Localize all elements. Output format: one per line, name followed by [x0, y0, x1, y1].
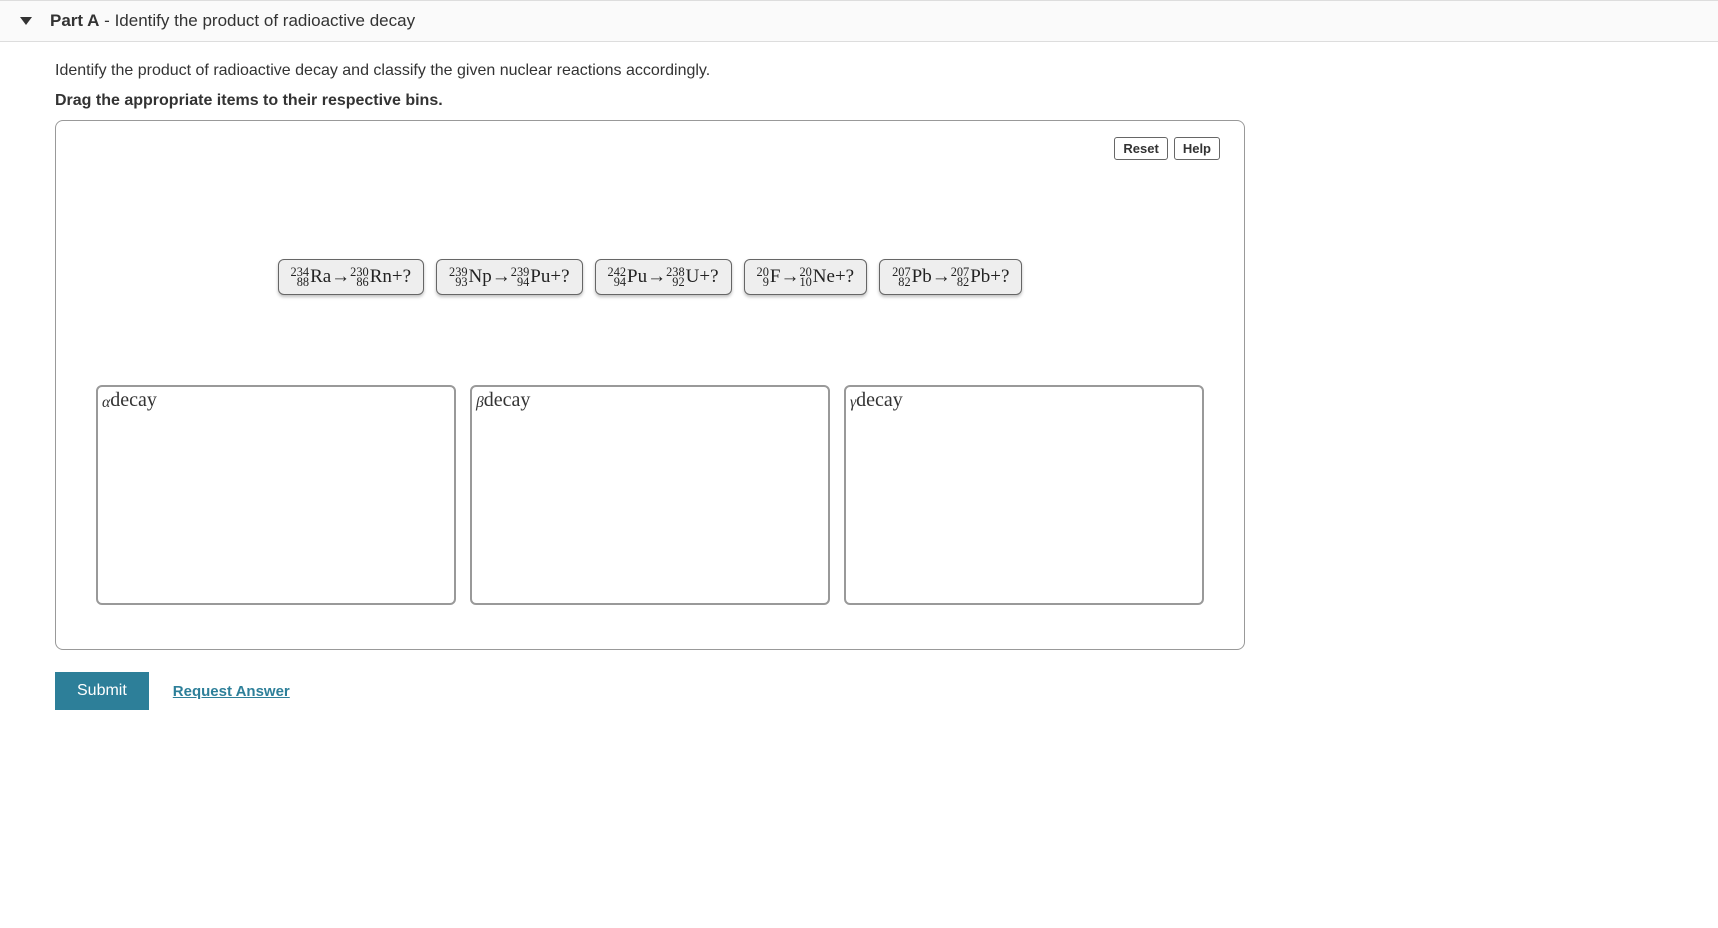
bin-label: αdecay [102, 389, 157, 412]
bin-gamma-decay[interactable]: γdecay [844, 385, 1204, 605]
help-button[interactable]: Help [1174, 137, 1220, 160]
part-header[interactable]: Part A - Identify the product of radioac… [0, 0, 1718, 42]
reaction-item[interactable]: 23488Ra→23086Rn+? [278, 259, 424, 295]
reaction-item[interactable]: 24294Pu→23892U+? [595, 259, 732, 295]
caret-down-icon [20, 17, 32, 25]
bin-beta-decay[interactable]: βdecay [470, 385, 830, 605]
part-title: Part A - Identify the product of radioac… [50, 11, 415, 31]
bin-label: βdecay [476, 389, 530, 412]
bins-row: αdecay βdecay γdecay [82, 385, 1218, 605]
part-label: Part A [50, 11, 99, 30]
request-answer-link[interactable]: Request Answer [173, 683, 290, 700]
reaction-item[interactable]: 23993Np→23994Pu+? [436, 259, 583, 295]
draggable-items: 23488Ra→23086Rn+? 23993Np→23994Pu+? 2429… [82, 259, 1218, 295]
bin-alpha-decay[interactable]: αdecay [96, 385, 456, 605]
reset-button[interactable]: Reset [1114, 137, 1167, 160]
reaction-item[interactable]: 20782Pb→20782Pb+? [879, 259, 1022, 295]
instruction-text: Drag the appropriate items to their resp… [55, 92, 1663, 110]
submit-button[interactable]: Submit [55, 672, 149, 710]
intro-text: Identify the product of radioactive deca… [55, 62, 1663, 80]
bin-label: γdecay [850, 389, 903, 412]
part-subtitle: Identify the product of radioactive deca… [115, 11, 416, 30]
drag-workspace: Reset Help 23488Ra→23086Rn+? 23993Np→239… [55, 120, 1245, 650]
reaction-item[interactable]: 209F→2010Ne+? [744, 259, 868, 295]
